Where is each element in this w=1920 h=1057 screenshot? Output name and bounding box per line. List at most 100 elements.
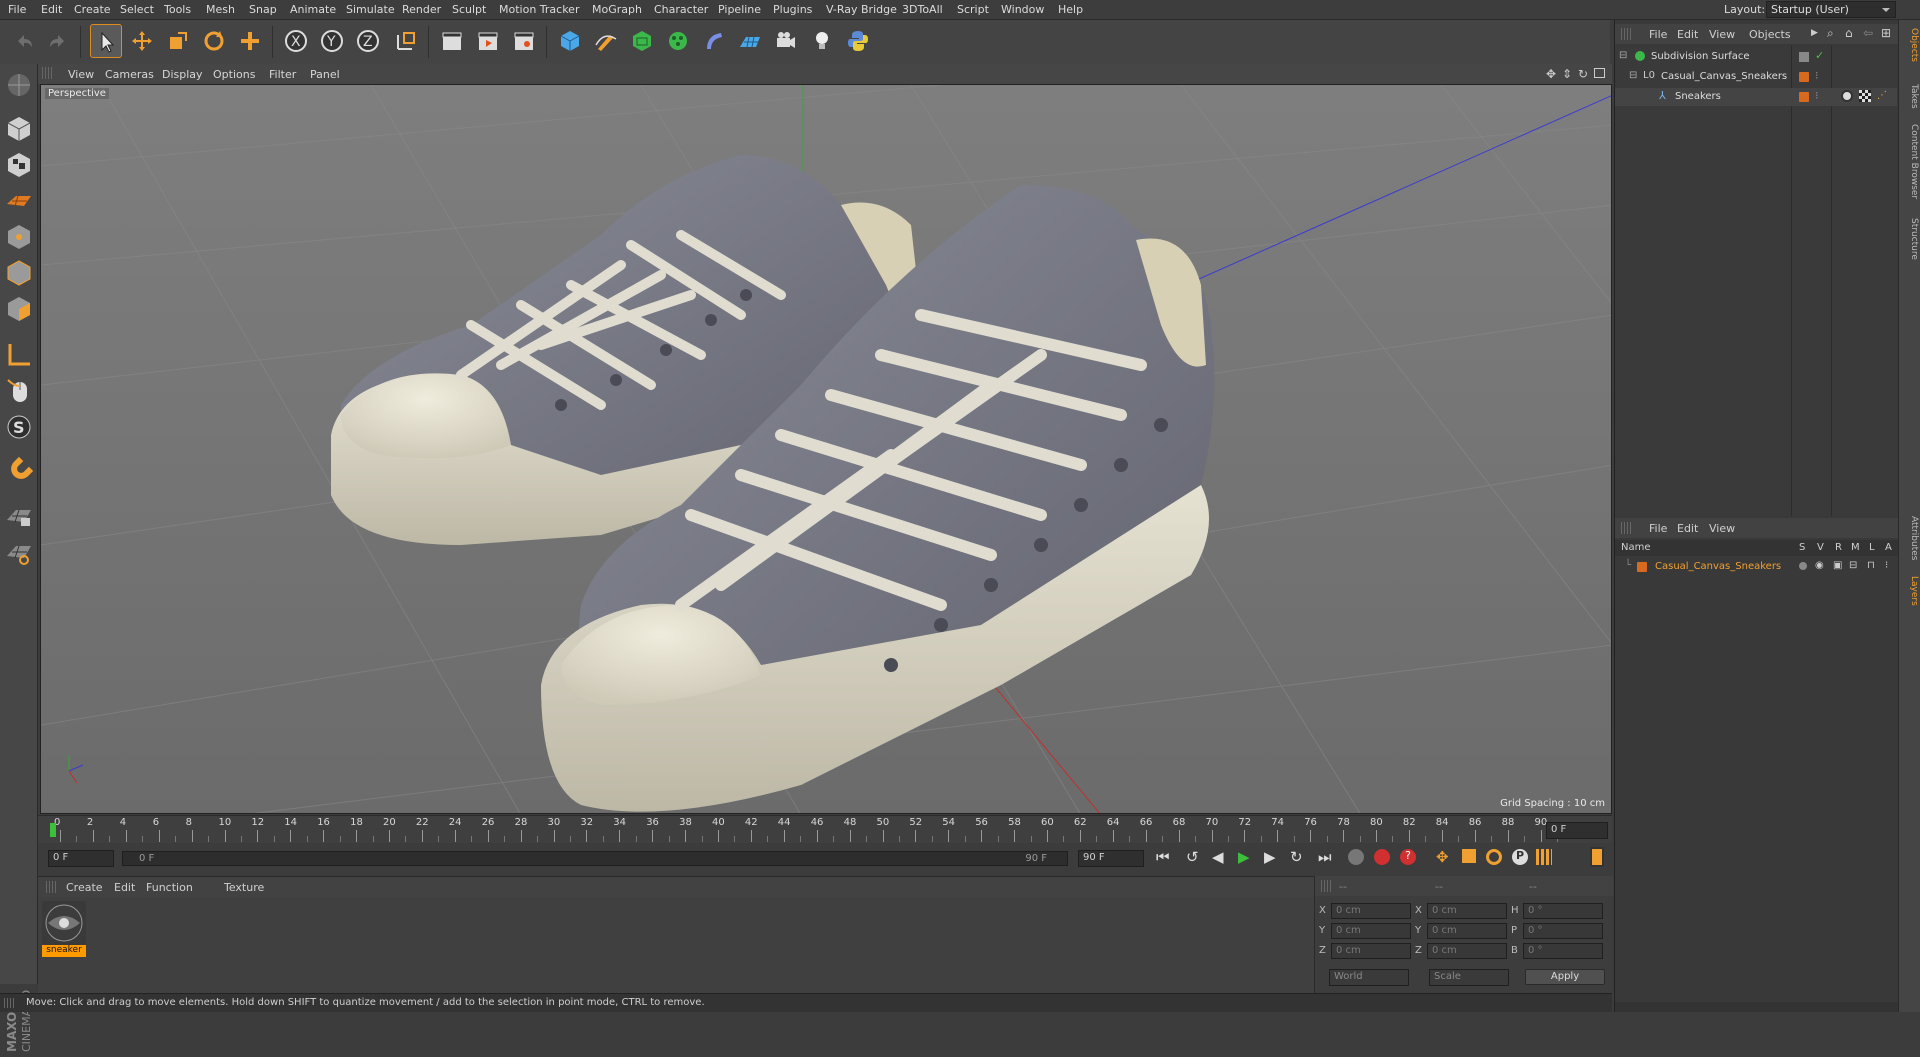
- menu-simulate[interactable]: Simulate: [346, 3, 395, 16]
- previous-frame-icon[interactable]: ◀: [1212, 848, 1224, 866]
- layers-menu-view[interactable]: View: [1709, 522, 1735, 535]
- rotate-tool-button[interactable]: [198, 24, 230, 58]
- 3d-viewport[interactable]: Perspective Grid Spacing : 10 cm: [40, 84, 1612, 814]
- tab-structure[interactable]: Structure: [1901, 218, 1919, 260]
- coord-value-field[interactable]: 0 cm: [1331, 943, 1411, 959]
- objects-menu-file[interactable]: File: [1649, 28, 1667, 41]
- transform-tool-button[interactable]: [234, 24, 266, 58]
- key-position-icon[interactable]: ✥: [1436, 848, 1449, 866]
- new-panel-icon[interactable]: ⊞: [1881, 26, 1891, 40]
- uvw-tag-icon[interactable]: [1859, 90, 1871, 102]
- pen-spline-button[interactable]: [590, 24, 622, 58]
- record-keys-icon[interactable]: [1348, 849, 1364, 865]
- menu-motion-tracker[interactable]: Motion Tracker: [499, 3, 579, 16]
- model-mode-button[interactable]: [4, 114, 34, 144]
- move-tool-button[interactable]: [126, 24, 158, 58]
- coord-value-field[interactable]: 0 °: [1523, 943, 1603, 959]
- menu-mograph[interactable]: MoGraph: [592, 3, 642, 16]
- coordinate-system-button[interactable]: [390, 24, 422, 58]
- axis-mode-button[interactable]: [4, 340, 34, 370]
- material-tag-icon[interactable]: [1841, 90, 1853, 102]
- range-slider[interactable]: 0 F 90 F: [122, 851, 1068, 866]
- key-pla-icon[interactable]: [1536, 849, 1552, 865]
- coord-value-field[interactable]: 0 cm: [1331, 903, 1411, 919]
- viewport-menu-display[interactable]: Display: [162, 68, 203, 81]
- tweak-mode-button[interactable]: [4, 376, 34, 406]
- x-axis-button[interactable]: X: [280, 24, 312, 58]
- timeline-window-icon[interactable]: [1590, 847, 1604, 867]
- render-view-button[interactable]: [436, 24, 468, 58]
- y-axis-button[interactable]: Y: [316, 24, 348, 58]
- play-icon[interactable]: ▶: [1238, 848, 1250, 866]
- snapping-button[interactable]: S: [4, 412, 34, 442]
- collapse-icon[interactable]: ⊟: [1619, 50, 1627, 61]
- python-button[interactable]: [842, 24, 874, 58]
- viewport-menu-filter[interactable]: Filter: [269, 68, 296, 81]
- coord-value-field[interactable]: 0 cm: [1427, 923, 1507, 939]
- go-to-end-icon[interactable]: ⏭: [1318, 848, 1332, 866]
- menu-script[interactable]: Script: [957, 3, 989, 16]
- key-scale-icon[interactable]: [1462, 849, 1476, 863]
- polygons-mode-button[interactable]: [4, 294, 34, 324]
- playhead-marker[interactable]: [50, 823, 56, 837]
- viewport-menu-options[interactable]: Options: [213, 68, 255, 81]
- horizontal-scrollbar[interactable]: [1615, 1002, 1899, 1012]
- planar-workplane-button[interactable]: [4, 538, 34, 568]
- menu-animate[interactable]: Animate: [290, 3, 336, 16]
- texture-mode-button[interactable]: [4, 150, 34, 180]
- layer-color-swatch[interactable]: [1637, 562, 1647, 572]
- floor-button[interactable]: [734, 24, 766, 58]
- render-dots-icon[interactable]: ⁝: [1815, 69, 1819, 82]
- material-swatch[interactable]: sneaker: [42, 901, 86, 957]
- make-editable-button[interactable]: [4, 70, 34, 100]
- dolly-view-icon[interactable]: ⇕: [1562, 67, 1572, 81]
- render-picture-viewer-button[interactable]: [472, 24, 504, 58]
- apply-button[interactable]: Apply: [1525, 969, 1605, 985]
- end-frame-field[interactable]: 90 F: [1078, 850, 1144, 867]
- menu-file[interactable]: File: [8, 3, 26, 16]
- object-row-casual-canvas-sneakers[interactable]: ⊟ L0 Casual_Canvas_Sneakers ⁝: [1615, 68, 1897, 86]
- animation-icon[interactable]: ⁝: [1885, 560, 1888, 571]
- menu-vray-bridge[interactable]: V-Ray Bridge: [826, 3, 897, 16]
- tab-objects[interactable]: Objects: [1901, 28, 1919, 62]
- menu-window[interactable]: Window: [1001, 3, 1044, 16]
- coord-value-field[interactable]: 0 cm: [1427, 903, 1507, 919]
- start-frame-field[interactable]: 0 F: [48, 850, 114, 867]
- scale-tool-button[interactable]: [162, 24, 194, 58]
- redo-button[interactable]: [42, 24, 74, 58]
- previous-key-icon[interactable]: ↺: [1186, 848, 1199, 866]
- object-row-subdivision[interactable]: ⊟ Subdivision Surface ✓: [1615, 48, 1897, 66]
- menu-snap[interactable]: Snap: [249, 3, 277, 16]
- search-icon[interactable]: ⌕: [1827, 26, 1834, 41]
- objects-menu-objects[interactable]: Objects: [1749, 28, 1791, 41]
- current-frame-field[interactable]: 0 F: [1546, 822, 1608, 839]
- object-row-sneakers[interactable]: ⅄ Sneakers ⁝ ⋰: [1615, 88, 1897, 106]
- size-mode-dropdown[interactable]: Scale: [1429, 969, 1509, 986]
- lock-workplane-button[interactable]: [4, 502, 34, 532]
- manager-icon[interactable]: ⊟: [1849, 560, 1857, 571]
- selection-tag-icon[interactable]: ⋰: [1877, 90, 1889, 102]
- deformer-button[interactable]: [698, 24, 730, 58]
- z-axis-button[interactable]: Z: [352, 24, 384, 58]
- render-settings-button[interactable]: [508, 24, 540, 58]
- render-dots-icon[interactable]: ⁝: [1815, 89, 1819, 102]
- workplane-button[interactable]: [4, 186, 34, 216]
- lock-icon[interactable]: ⊓: [1867, 560, 1875, 571]
- layer-row[interactable]: └ Casual_Canvas_Sneakers ◉ ▣ ⊟ ⊓ ⁝: [1615, 558, 1897, 576]
- layers-menu-edit[interactable]: Edit: [1677, 522, 1698, 535]
- material-menu-texture[interactable]: Texture: [224, 881, 264, 894]
- render-clapper-icon[interactable]: ▣: [1833, 560, 1842, 571]
- objects-menu-edit[interactable]: Edit: [1677, 28, 1698, 41]
- tab-attributes[interactable]: Attributes: [1901, 516, 1919, 560]
- menu-pipeline[interactable]: Pipeline: [718, 3, 761, 16]
- layer-color-tag-icon[interactable]: [1799, 72, 1809, 82]
- material-menu-create[interactable]: Create: [66, 881, 103, 894]
- menu-tools[interactable]: Tools: [164, 3, 191, 16]
- undo-button[interactable]: [8, 24, 40, 58]
- material-menu-function[interactable]: Function: [146, 881, 193, 894]
- light-button[interactable]: [806, 24, 838, 58]
- menu-plugins[interactable]: Plugins: [773, 3, 812, 16]
- points-mode-button[interactable]: [4, 222, 34, 252]
- cube-object-button[interactable]: [554, 24, 586, 58]
- key-parameter-icon[interactable]: P: [1512, 849, 1528, 865]
